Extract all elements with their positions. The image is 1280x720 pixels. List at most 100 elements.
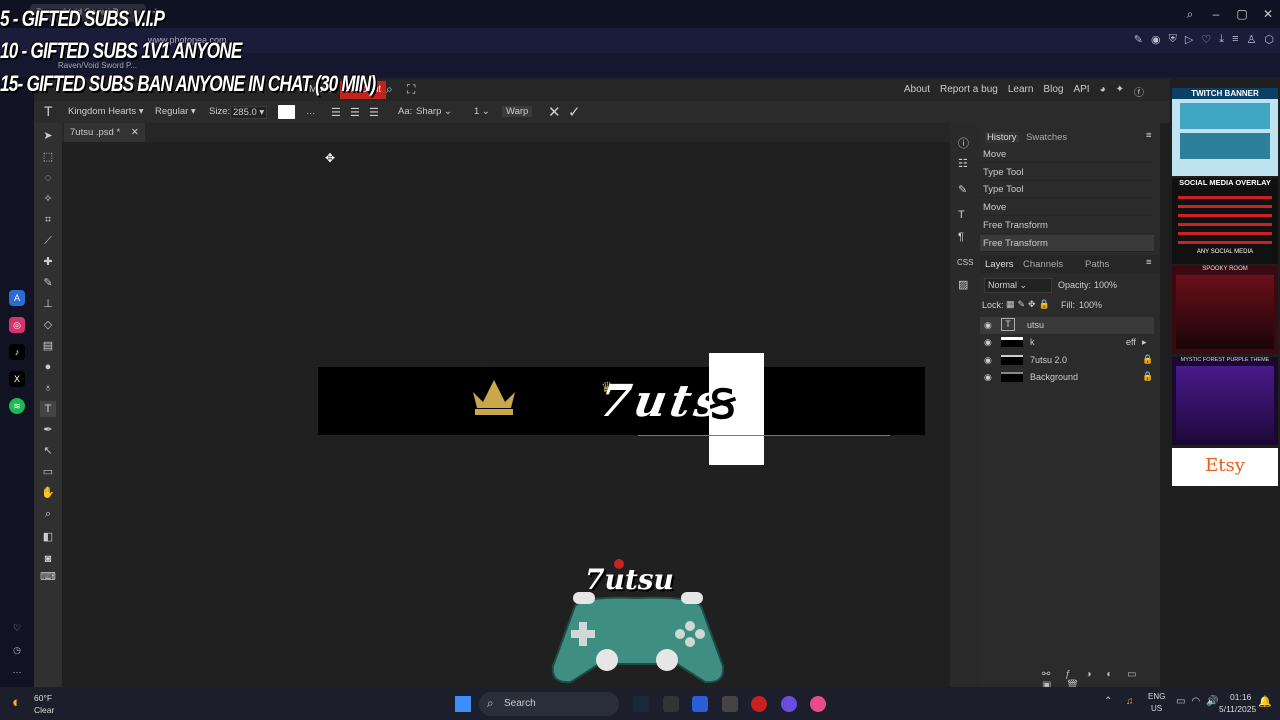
text-color-swatch[interactable]	[278, 105, 295, 119]
crop-tool-icon[interactable]: ⌗	[40, 212, 56, 228]
keyboard-icon[interactable]: ⌨	[40, 569, 56, 585]
history-item[interactable]: Move	[980, 199, 1154, 216]
align-center-icon[interactable]: ☰	[350, 106, 360, 119]
history-icon[interactable]: ◷	[9, 642, 25, 658]
more-icon[interactable]: ⋯	[9, 664, 25, 680]
search-box[interactable]: ⌕ Search	[479, 692, 619, 716]
visibility-icon[interactable]: ◉	[984, 372, 992, 383]
more-options-button[interactable]: …	[306, 106, 316, 117]
font-family-select[interactable]: Kingdom Hearts ▾	[68, 106, 144, 117]
download-icon[interactable]: ⤓	[1219, 33, 1224, 46]
hand-tool-icon[interactable]: ✋	[40, 485, 56, 501]
panel-menu-icon[interactable]: ≡	[1146, 130, 1152, 141]
x-icon[interactable]: X	[9, 371, 25, 387]
tab-history[interactable]: History	[985, 132, 1019, 143]
menu-report-bug[interactable]: Report a bug	[940, 84, 998, 99]
properties-icon[interactable]: ☷	[958, 157, 968, 170]
camera-icon[interactable]: ◉	[1151, 33, 1161, 46]
blend-mode-select[interactable]: Normal ⌄	[984, 278, 1052, 293]
close-button[interactable]: ✕	[1256, 0, 1280, 28]
css-icon[interactable]: CSS	[957, 258, 973, 267]
mic-icon[interactable]: ♫	[1126, 696, 1134, 707]
minimize-button[interactable]: –	[1204, 0, 1228, 28]
profile-icon[interactable]: ♙	[1247, 33, 1257, 46]
warp-button[interactable]: Warp	[502, 106, 533, 117]
app-icon[interactable]	[663, 696, 679, 712]
search-icon[interactable]: ⌕	[386, 82, 393, 97]
menu-about[interactable]: About	[904, 84, 930, 99]
layer-row[interactable]: ◉ T utsu	[980, 317, 1154, 334]
reddit-icon[interactable]: ◕	[1100, 84, 1106, 99]
image-icon[interactable]: ▨	[958, 278, 968, 291]
maximize-button[interactable]: ▢	[1230, 0, 1254, 28]
blur-tool-icon[interactable]: ●	[40, 359, 56, 375]
tiktok-icon[interactable]: ♪	[9, 344, 25, 360]
brush-tool-icon[interactable]: ✎	[40, 275, 56, 291]
ad-spooky-room[interactable]: SPOOKY ROOM	[1172, 266, 1278, 354]
tab-swatches[interactable]: Swatches	[1026, 132, 1067, 143]
language-indicator[interactable]: ENG	[1148, 692, 1165, 701]
clock-time[interactable]: 01:16	[1230, 692, 1251, 702]
type-tool-icon[interactable]: T	[40, 401, 56, 417]
eyedropper-icon[interactable]: ⟋	[40, 233, 56, 249]
search-icon[interactable]: ⌕	[1178, 0, 1202, 28]
info-icon[interactable]: ⓘ	[958, 135, 969, 151]
shape-tool-icon[interactable]: ▭	[40, 464, 56, 480]
history-item[interactable]: Move	[980, 146, 1154, 163]
layer-row[interactable]: ◉ Background 🔒	[980, 369, 1154, 386]
stamp-tool-icon[interactable]: ⊥	[40, 296, 56, 312]
play-icon[interactable]: ▷	[1185, 33, 1193, 46]
app-icon[interactable]	[722, 696, 738, 712]
instagram-icon[interactable]: ◎	[9, 317, 25, 333]
cancel-icon[interactable]: ✕	[548, 103, 561, 121]
gradient-tool-icon[interactable]: ▤	[40, 338, 56, 354]
type-tool-icon[interactable]: T	[44, 103, 53, 119]
tray-icons[interactable]: ▭◠🔊	[1176, 696, 1225, 707]
history-item[interactable]: Type Tool	[980, 181, 1154, 198]
move-tool-icon[interactable]: ➤	[40, 128, 56, 144]
pen-tool-icon[interactable]: ✒	[40, 422, 56, 438]
visibility-icon[interactable]: ◉	[984, 337, 992, 348]
paragraph-icon[interactable]: ¶	[958, 231, 964, 243]
leading-select[interactable]: 1 ⌄	[474, 106, 490, 117]
facebook-icon[interactable]: ⓕ	[1134, 84, 1144, 99]
visibility-icon[interactable]: ◉	[984, 320, 992, 331]
twitter-icon[interactable]: ✦	[1116, 84, 1124, 99]
layer-effects-badge[interactable]: eff	[1126, 337, 1136, 347]
app-icon[interactable]: A	[9, 290, 25, 306]
visibility-icon[interactable]: ◉	[984, 355, 992, 366]
heart-icon[interactable]: ♡	[1201, 33, 1211, 46]
app-icon[interactable]	[781, 696, 797, 712]
history-item[interactable]: Free Transform	[980, 217, 1154, 234]
layer-row[interactable]: ◉ 7utsu 2.0 🔒	[980, 352, 1154, 369]
fullscreen-icon[interactable]: ⛶	[407, 82, 415, 97]
document-tab[interactable]: 7utsu .psd * ✕	[64, 123, 145, 142]
brush-icon[interactable]: ✎	[958, 183, 967, 196]
extension-icon[interactable]: ⬡	[1264, 33, 1274, 46]
edit-icon[interactable]: ✎	[1134, 33, 1143, 46]
menu-api[interactable]: API	[1073, 84, 1089, 99]
ad-etsy[interactable]: Etsy	[1172, 448, 1278, 486]
align-right-icon[interactable]: ☰	[369, 106, 379, 119]
dodge-tool-icon[interactable]: ♁	[40, 380, 56, 396]
character-icon[interactable]: T	[958, 209, 965, 221]
healing-brush-icon[interactable]: ✚	[40, 254, 56, 270]
heart-icon[interactable]: ♡	[9, 620, 25, 636]
panel-menu-icon[interactable]: ≡	[1146, 257, 1152, 268]
eraser-tool-icon[interactable]: ◇	[40, 317, 56, 333]
itunes-icon[interactable]	[810, 696, 826, 712]
size-input[interactable]: 285.0 ▾	[230, 106, 268, 119]
menu-icon[interactable]: ≡	[1232, 33, 1238, 46]
fill-value[interactable]: 100%	[1079, 300, 1102, 310]
spotify-icon[interactable]: ≋	[9, 398, 25, 414]
layer-row[interactable]: ◉ k eff ▸	[980, 334, 1154, 351]
opacity-value[interactable]: 100%	[1094, 280, 1117, 290]
steam-icon[interactable]	[633, 696, 649, 712]
close-icon[interactable]: ✕	[131, 127, 139, 138]
app-icon[interactable]	[692, 696, 708, 712]
color-swatches-icon[interactable]: ◧	[40, 529, 56, 545]
ad-twitch-banner[interactable]: TWITCH BANNER	[1172, 88, 1278, 176]
weather-icon[interactable]: ◐	[12, 694, 21, 711]
path-select-icon[interactable]: ↖	[40, 443, 56, 459]
font-style-select[interactable]: Regular ▾	[155, 106, 196, 117]
